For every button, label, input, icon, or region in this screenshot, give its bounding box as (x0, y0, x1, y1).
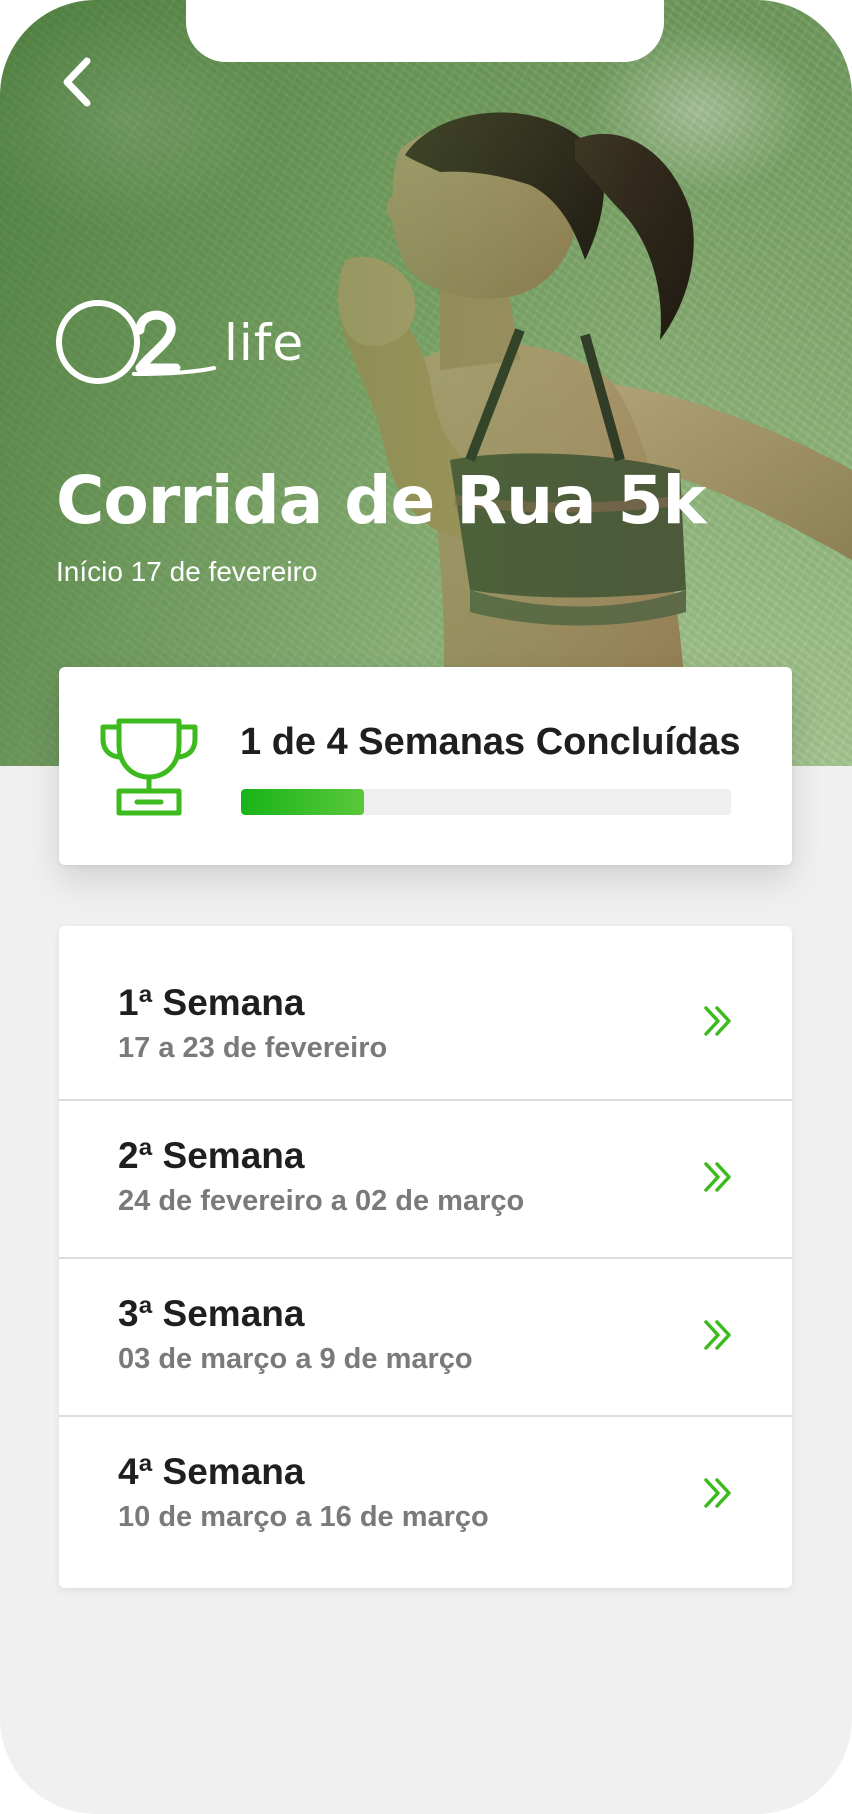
week-title: 4ª Semana (118, 1451, 305, 1492)
hero-banner: life Corrida de Rua 5k Início 17 de feve… (0, 0, 852, 766)
week-title: 1ª Semana (118, 982, 305, 1023)
week-item-1[interactable]: 1ª Semana 17 a 23 de fevereiro (59, 926, 792, 1100)
logo-text: life (224, 314, 305, 372)
device-notch (186, 0, 664, 62)
week-title: 3ª Semana (118, 1293, 305, 1334)
double-chevron-right-icon (704, 1006, 731, 1036)
progress-label: 1 de 4 Semanas Concluídas (240, 721, 741, 763)
progress-bar-fill (241, 789, 364, 815)
trophy-icon (100, 718, 198, 816)
phone-screen: life Corrida de Rua 5k Início 17 de feve… (0, 0, 852, 1814)
chevron-left-icon (63, 57, 91, 107)
progress-card: 1 de 4 Semanas Concluídas (59, 667, 792, 865)
week-title: 2ª Semana (118, 1135, 305, 1176)
double-chevron-right-icon (704, 1478, 731, 1508)
progress-bar (241, 789, 731, 815)
week-dates: 10 de março a 16 de março (118, 1501, 489, 1533)
week-dates: 17 a 23 de fevereiro (118, 1032, 388, 1064)
start-date: Início 17 de fevereiro (56, 556, 318, 587)
page-title: Corrida de Rua 5k (56, 462, 706, 539)
double-chevron-right-icon (704, 1162, 731, 1192)
week-dates: 03 de março a 9 de março (118, 1343, 473, 1375)
double-chevron-right-icon (704, 1320, 731, 1350)
week-item-2[interactable]: 2ª Semana 24 de fevereiro a 02 de março (59, 1101, 792, 1257)
week-item-4[interactable]: 4ª Semana 10 de março a 16 de março (59, 1417, 792, 1588)
week-dates: 24 de fevereiro a 02 de março (118, 1185, 525, 1217)
weeks-list: 1ª Semana 17 a 23 de fevereiro 2ª Semana… (59, 926, 792, 1588)
week-item-3[interactable]: 3ª Semana 03 de março a 9 de março (59, 1259, 792, 1415)
o2-life-logo: life (56, 296, 306, 392)
back-button[interactable] (46, 52, 106, 112)
